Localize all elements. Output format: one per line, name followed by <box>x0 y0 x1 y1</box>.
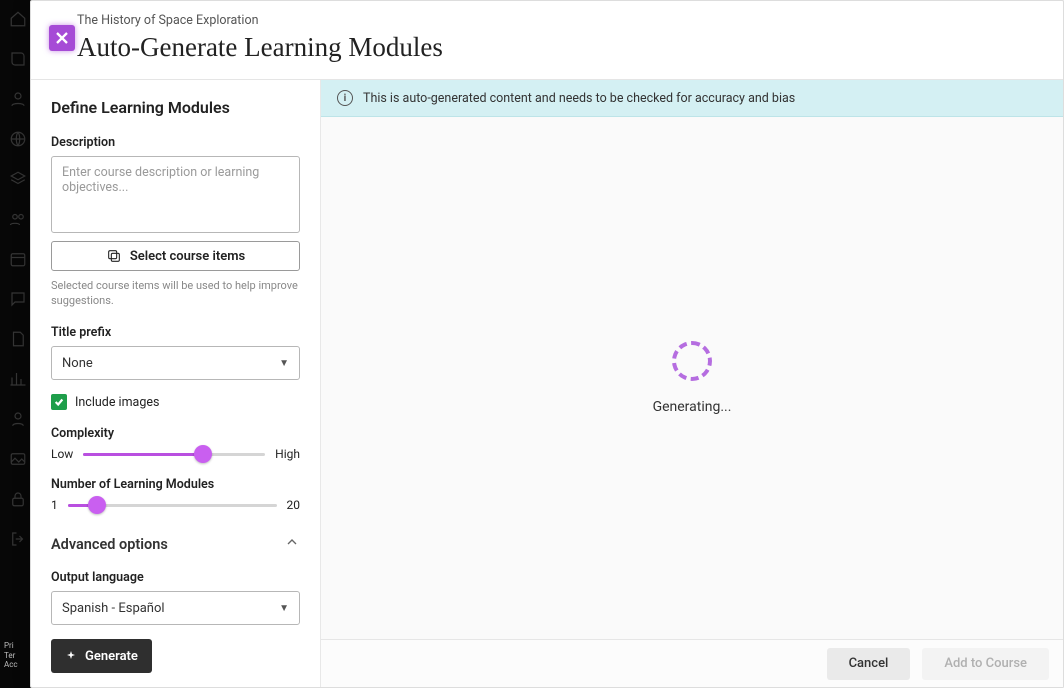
define-modules-panel: Define Learning Modules Description Sele… <box>31 80 321 687</box>
select-items-helper: Selected course items will be used to he… <box>51 279 300 309</box>
advanced-options-label: Advanced options <box>51 536 168 553</box>
cancel-button[interactable]: Cancel <box>827 648 911 680</box>
complexity-high-label: High <box>275 447 300 461</box>
slider-thumb[interactable] <box>88 496 106 514</box>
output-language-value: Spanish - Español <box>62 601 165 616</box>
background-footer-links: PriTerAcc <box>4 641 18 670</box>
generating-label: Generating... <box>653 399 732 415</box>
notice-text: This is auto-generated content and needs… <box>363 91 795 106</box>
title-prefix-select[interactable]: None ▼ <box>51 346 300 380</box>
modal-footer: Cancel Add to Course <box>321 639 1063 687</box>
complexity-label: Complexity <box>51 426 300 441</box>
chevron-down-icon: ▼ <box>279 358 289 369</box>
output-language-label: Output language <box>51 570 300 585</box>
modules-count-label: Number of Learning Modules <box>51 477 300 492</box>
chevron-up-icon <box>284 534 300 554</box>
slider-thumb[interactable] <box>194 445 212 463</box>
breadcrumb: The History of Space Exploration <box>77 13 1041 28</box>
modules-min-label: 1 <box>51 498 58 512</box>
page-title: Auto-Generate Learning Modules <box>77 32 1041 63</box>
advanced-options-toggle[interactable]: Advanced options <box>51 534 300 554</box>
close-button[interactable] <box>49 25 75 51</box>
title-prefix-label: Title prefix <box>51 325 300 340</box>
title-prefix-value: None <box>62 356 93 371</box>
generate-label: Generate <box>85 649 138 664</box>
checkbox-checked-icon <box>51 394 67 410</box>
complexity-low-label: Low <box>51 447 73 461</box>
generating-state: Generating... <box>321 117 1063 639</box>
chevron-down-icon: ▼ <box>279 603 289 614</box>
select-course-items-button[interactable]: Select course items <box>51 241 300 271</box>
info-icon: i <box>337 90 353 106</box>
panel-title: Define Learning Modules <box>51 98 300 117</box>
generate-button[interactable]: Generate <box>51 639 152 673</box>
complexity-slider[interactable] <box>83 453 265 456</box>
modules-max-label: 20 <box>287 498 301 512</box>
modules-slider[interactable] <box>68 504 277 507</box>
add-to-course-button: Add to Course <box>922 648 1049 680</box>
close-icon <box>55 31 69 45</box>
include-images-checkbox[interactable]: Include images <box>51 394 300 410</box>
select-course-items-label: Select course items <box>130 249 245 264</box>
modal-header: The History of Space Exploration Auto-Ge… <box>31 1 1063 80</box>
description-label: Description <box>51 135 300 150</box>
include-images-label: Include images <box>75 395 159 410</box>
preview-area: i This is auto-generated content and nee… <box>321 80 1063 687</box>
auto-generate-modal: The History of Space Exploration Auto-Ge… <box>30 0 1064 688</box>
output-language-select[interactable]: Spanish - Español ▼ <box>51 591 300 625</box>
sparkle-icon <box>65 650 77 662</box>
spinner-icon <box>672 341 712 381</box>
accuracy-notice: i This is auto-generated content and nee… <box>321 80 1063 117</box>
copy-icon <box>106 248 122 264</box>
description-input[interactable] <box>51 156 300 233</box>
